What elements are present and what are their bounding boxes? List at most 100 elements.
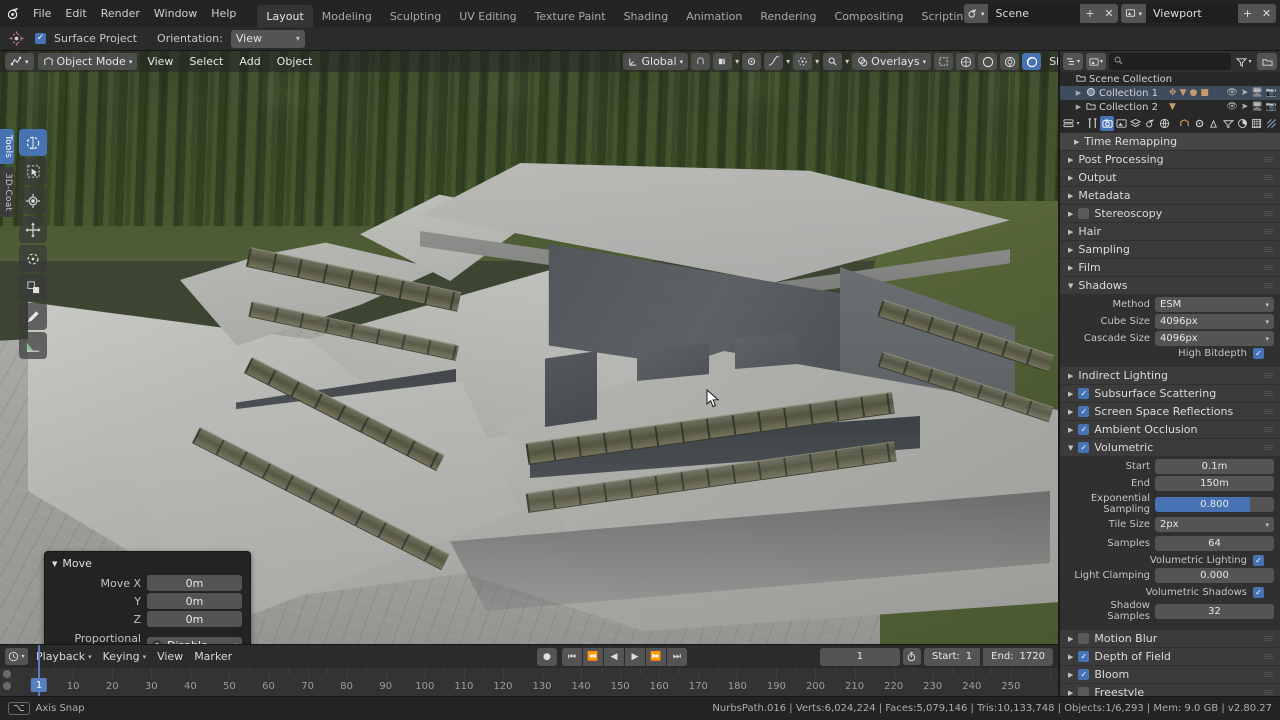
- new-view-layer-button[interactable]: +: [1238, 4, 1257, 23]
- outliner-display-icon[interactable]: ▾: [1063, 53, 1083, 70]
- panel-bloom[interactable]: ▶ ✓ Bloom: [1060, 666, 1280, 683]
- next-keyframe-icon[interactable]: ⏩: [645, 647, 666, 666]
- shading-solid-icon[interactable]: [978, 53, 998, 70]
- outliner-row-collection-1[interactable]: ▶ Collection 1 ✥ ▼ ● ■ 👁 ➤ 🖥 📷: [1060, 86, 1280, 100]
- hide-eye-icon[interactable]: 👁: [1226, 88, 1237, 98]
- outliner-row-scene-collection[interactable]: Scene Collection: [1060, 72, 1280, 86]
- falloff-smooth-icon[interactable]: [764, 53, 784, 70]
- panel-metadata[interactable]: ▶ Metadata: [1060, 187, 1280, 204]
- timeline-ruler[interactable]: 10 20 30 40 50 60 70 80 90 100 110 120 130 140 150 160 1…: [0, 645, 1058, 697]
- properties-editor[interactable]: ▾ ▶ Time Remapping ▶ Post Processing ▶ O…: [1059, 114, 1280, 696]
- 3d-viewport[interactable]: ▾ Object Mode ▾ View Select Add Object G…: [0, 51, 1058, 644]
- overlays-dropdown[interactable]: Overlays ▾: [852, 53, 932, 70]
- delete-view-layer-button[interactable]: ✕: [1257, 4, 1276, 23]
- hide-eye-icon[interactable]: 👁: [1226, 102, 1237, 112]
- side-tab-3d-coat[interactable]: 3D-Coat: [0, 167, 14, 218]
- jump-to-end-icon[interactable]: ⏭: [666, 647, 687, 666]
- tab-uv-editing[interactable]: UV Editing: [450, 5, 525, 29]
- panel-header-film[interactable]: ▶ Film: [1060, 259, 1280, 276]
- panel-header-post-processing[interactable]: ▶ Post Processing: [1060, 151, 1280, 168]
- timeline-menu-marker[interactable]: Marker: [191, 650, 235, 663]
- panel-header-ambient-occlusion[interactable]: ▶ ✓ Ambient Occlusion: [1060, 421, 1280, 438]
- ambient-occlusion-checkbox[interactable]: ✓: [1078, 424, 1090, 435]
- tab-layout[interactable]: Layout: [257, 5, 313, 29]
- screen-space-reflections-checkbox[interactable]: ✓: [1078, 406, 1090, 417]
- texture-tab[interactable]: [1265, 116, 1278, 131]
- move-z-field[interactable]: 0m: [147, 611, 242, 627]
- timeline-editor-icon[interactable]: ▾: [5, 648, 28, 665]
- timeline-menu-view[interactable]: View: [154, 650, 186, 663]
- object-tab[interactable]: [1178, 116, 1191, 131]
- view-layer-name[interactable]: Viewport: [1146, 4, 1238, 23]
- disable-viewport-icon[interactable]: 🖥: [1251, 88, 1262, 98]
- previous-keyframe-icon[interactable]: ⏪: [582, 647, 603, 666]
- proportional-editing-icon[interactable]: [742, 53, 762, 70]
- samples-field[interactable]: 64: [1155, 536, 1274, 551]
- expand-triangle-icon[interactable]: ▶: [1074, 89, 1083, 97]
- panel-depth-of-field[interactable]: ▶ ✓ Depth of Field: [1060, 648, 1280, 665]
- viewport-menu-add[interactable]: Add: [233, 54, 266, 69]
- move-tool[interactable]: [19, 216, 47, 243]
- snap-settings-dropdown[interactable]: [713, 53, 733, 70]
- scene-selector[interactable]: ▾ Scene + ✕: [963, 4, 1119, 23]
- panel-indirect-lighting[interactable]: ▶ Indirect Lighting: [1060, 367, 1280, 384]
- outliner-editor[interactable]: ▾ ▾ ▾ Scene Collection ▶ Collection 1 ✥ …: [1059, 51, 1280, 114]
- output-tab[interactable]: [1115, 116, 1128, 131]
- menu-edit[interactable]: Edit: [58, 4, 93, 23]
- panel-header-shadows[interactable]: ▼ Shadows: [1060, 277, 1280, 294]
- move-y-field[interactable]: 0m: [147, 593, 242, 609]
- panel-time-remapping[interactable]: ▶ Time Remapping: [1060, 133, 1280, 150]
- panel-volumetric[interactable]: ▼ ✓ Volumetric Start 0.1m End 150m Expon…: [1060, 439, 1280, 629]
- light-clamping-field[interactable]: 0.000: [1155, 568, 1274, 583]
- panel-hair[interactable]: ▶ Hair: [1060, 223, 1280, 240]
- volumetric-end-field[interactable]: 150m: [1155, 476, 1274, 491]
- new-collection-icon[interactable]: [1257, 53, 1277, 70]
- modifier-tab[interactable]: [1192, 116, 1205, 131]
- panel-header-subsurface-scattering[interactable]: ▶ ✓ Subsurface Scattering: [1060, 385, 1280, 402]
- scene-name[interactable]: Scene: [988, 4, 1081, 23]
- panel-post-processing[interactable]: ▶ Post Processing: [1060, 151, 1280, 168]
- operator-panel-header[interactable]: ▼ Move: [45, 555, 250, 574]
- tile-size-dropdown[interactable]: 2px ▾: [1155, 517, 1274, 532]
- panel-header-screen-space-reflections[interactable]: ▶ ✓ Screen Space Reflections: [1060, 403, 1280, 420]
- select-cursor-icon[interactable]: ➤: [1241, 88, 1249, 98]
- menu-window[interactable]: Window: [147, 4, 204, 23]
- constraint-tab[interactable]: [1221, 116, 1234, 131]
- panel-header-stereoscopy[interactable]: ▶ ✓ Stereoscopy: [1060, 205, 1280, 222]
- menu-file[interactable]: File: [26, 4, 58, 23]
- play-reverse-icon[interactable]: ◀: [603, 647, 624, 666]
- volumetric-lighting-checkbox[interactable]: ✓: [1253, 555, 1264, 566]
- side-tab-tools[interactable]: Tools: [0, 129, 14, 165]
- panel-header-indirect-lighting[interactable]: ▶ Indirect Lighting: [1060, 367, 1280, 384]
- data-tab[interactable]: [1236, 116, 1249, 131]
- panel-motion-blur[interactable]: ▶ ✓ Motion Blur: [1060, 630, 1280, 647]
- object-mode-dropdown[interactable]: Object Mode ▾: [37, 53, 138, 70]
- shading-rendered-icon[interactable]: [1022, 53, 1042, 70]
- pivot-point-icon[interactable]: [793, 53, 813, 70]
- menu-render[interactable]: Render: [94, 4, 147, 23]
- surface-project-checkbox[interactable]: ✓: [35, 33, 46, 44]
- disable-render-icon[interactable]: 📷: [1266, 88, 1277, 98]
- panel-header-volumetric[interactable]: ▼ ✓ Volumetric: [1060, 439, 1280, 456]
- panel-header-freestyle[interactable]: ▶ ✓ Freestyle: [1060, 684, 1280, 696]
- shadow-samples-field[interactable]: 32: [1155, 603, 1274, 619]
- menu-help[interactable]: Help: [204, 4, 243, 23]
- snap-chevron-icon[interactable]: ▾: [735, 57, 739, 66]
- view-layer-icon[interactable]: ▾: [1121, 4, 1146, 23]
- tab-rendering[interactable]: Rendering: [751, 5, 825, 29]
- blender-logo-icon[interactable]: [0, 1, 26, 27]
- subsurface-scattering-checkbox[interactable]: ✓: [1078, 388, 1090, 399]
- viewport-menu-view[interactable]: View: [141, 54, 179, 69]
- end-frame-field[interactable]: End: 1720: [983, 647, 1053, 666]
- panel-freestyle[interactable]: ▶ ✓ Freestyle: [1060, 684, 1280, 696]
- panel-film[interactable]: ▶ Film: [1060, 259, 1280, 276]
- tab-compositing[interactable]: Compositing: [826, 5, 913, 29]
- material-tab[interactable]: [1250, 116, 1263, 131]
- scene-icon[interactable]: ▾: [963, 4, 989, 23]
- shading-material-preview-icon[interactable]: [1000, 53, 1020, 70]
- tool-tab[interactable]: [1086, 116, 1099, 131]
- panel-header-metadata[interactable]: ▶ Metadata: [1060, 187, 1280, 204]
- viewport-menu-select[interactable]: Select: [183, 54, 229, 69]
- volumetric-shadows-checkbox[interactable]: ✓: [1253, 587, 1264, 598]
- shadow-method-dropdown[interactable]: ESM ▾: [1155, 297, 1274, 312]
